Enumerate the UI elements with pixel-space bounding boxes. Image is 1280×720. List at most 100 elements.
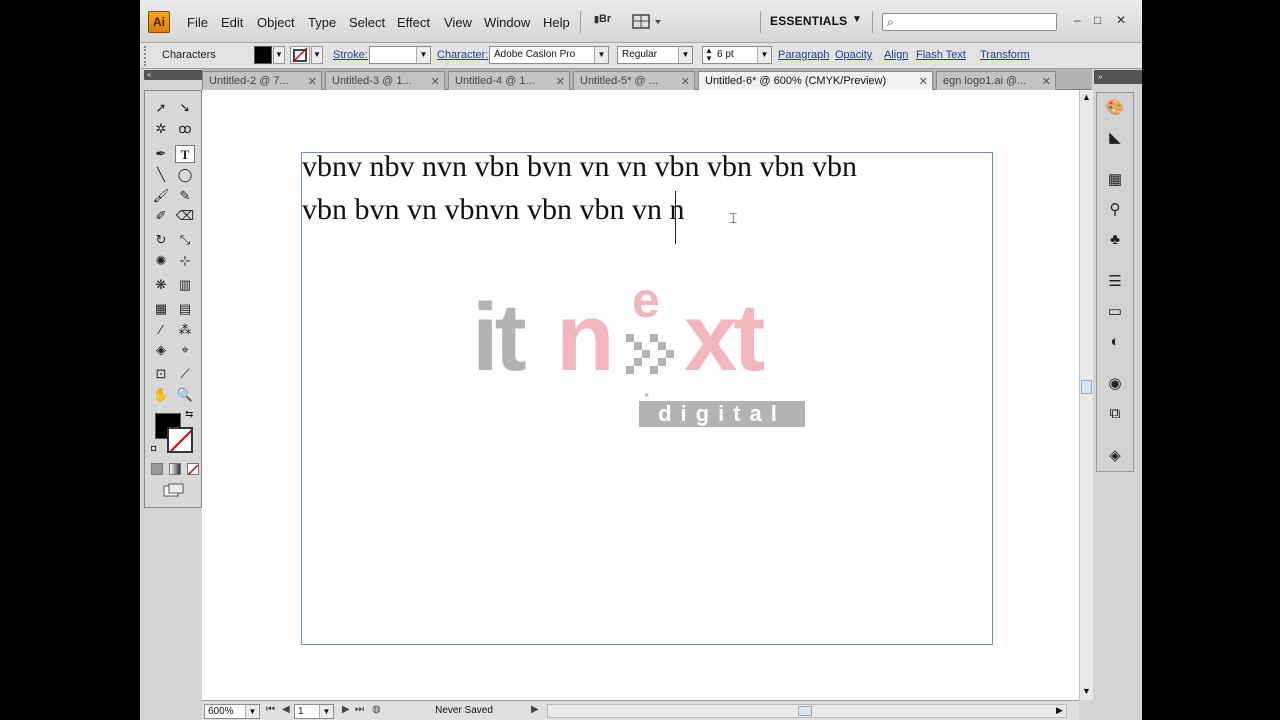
arrange-documents-icon[interactable]: [632, 13, 664, 31]
stroke-swatch[interactable]: [167, 427, 193, 453]
swatches-panel-icon[interactable]: ▦: [1097, 167, 1133, 193]
menu-type[interactable]: Type: [308, 15, 336, 30]
symbol-sprayer-tool-icon[interactable]: ❋: [151, 276, 171, 294]
scroll-down-icon[interactable]: ▼: [1082, 686, 1091, 696]
type-tool-icon[interactable]: T: [175, 145, 195, 163]
hand-tool-icon[interactable]: ✋: [151, 386, 171, 404]
blob-brush-tool-icon[interactable]: ✐: [151, 207, 171, 225]
chevron-down-icon[interactable]: ▼: [852, 14, 862, 25]
free-transform-tool-icon[interactable]: ⊹: [175, 252, 195, 270]
text-line-2[interactable]: vbn bvn vn vbnvn vbn vbn vn n: [302, 193, 685, 227]
menu-edit[interactable]: Edit: [221, 15, 243, 30]
mesh-tool-icon[interactable]: ▦: [151, 300, 171, 318]
pen-tool-icon[interactable]: ✒: [151, 145, 171, 163]
color-mode-icon[interactable]: [151, 463, 163, 475]
paragraph-link[interactable]: Paragraph: [778, 49, 829, 61]
opacity-link[interactable]: Opacity: [835, 49, 872, 61]
color-guide-panel-icon[interactable]: ◣: [1097, 125, 1133, 151]
restore-button[interactable]: □: [1094, 13, 1101, 27]
live-paint-selection-tool-icon[interactable]: ⌖: [175, 341, 195, 359]
color-panel-icon[interactable]: 🎨: [1097, 95, 1133, 121]
status-menu-icon[interactable]: ▶: [531, 704, 539, 715]
gradient-panel-icon[interactable]: ▭: [1097, 299, 1133, 325]
lasso-tool-icon[interactable]: ꝏ: [175, 120, 195, 138]
zoom-select[interactable]: 600% ▼: [204, 704, 260, 719]
gradient-tool-icon[interactable]: ▤: [175, 300, 195, 318]
fill-color-swatch[interactable]: [254, 46, 272, 64]
menu-view[interactable]: View: [444, 15, 472, 30]
vertical-scrollbar[interactable]: ▲ ▼: [1079, 90, 1093, 700]
text-line-1[interactable]: vbnv nbv nvn vbn bvn vn vn vbn vbn vbn v…: [302, 150, 857, 184]
tools-collapse-bar[interactable]: «: [144, 70, 202, 80]
tab-untitled-3[interactable]: Untitled-3 @ 1... ✕: [325, 71, 445, 90]
blend-tool-icon[interactable]: ⁂: [175, 321, 195, 339]
search-input[interactable]: ⌕: [882, 13, 1057, 31]
chevron-down-icon[interactable]: ▼: [311, 46, 323, 64]
rotate-tool-icon[interactable]: ↻: [151, 231, 171, 249]
direct-selection-tool-icon[interactable]: ➘: [175, 99, 195, 117]
live-paint-bucket-tool-icon[interactable]: ◈: [151, 341, 171, 359]
flash-text-link[interactable]: Flash Text: [916, 49, 966, 61]
font-family-select[interactable]: Adobe Caslon Pro ▼: [489, 46, 609, 64]
stroke-color-swatch[interactable]: [290, 46, 310, 64]
grip-handle[interactable]: [144, 46, 148, 66]
brushes-panel-icon[interactable]: ⚲: [1097, 197, 1133, 223]
last-artboard-icon[interactable]: ⏭: [355, 704, 364, 715]
font-size-field[interactable]: ▲ ▼ 6 pt ▼: [702, 46, 772, 64]
zoom-tool-icon[interactable]: 🔍: [175, 386, 195, 404]
artboard-number-field[interactable]: 1 ▼: [294, 704, 334, 719]
layers-panel-icon[interactable]: ◈: [1097, 443, 1133, 469]
menu-effect[interactable]: Effect: [397, 15, 430, 30]
screen-mode-icon[interactable]: [163, 483, 185, 497]
scale-tool-icon[interactable]: ⤡: [175, 231, 195, 249]
tab-untitled-6[interactable]: Untitled-6* @ 600% (CMYK/Preview) ✕: [698, 71, 933, 90]
menu-help[interactable]: Help: [543, 15, 570, 30]
first-artboard-icon[interactable]: ⏮: [266, 704, 275, 715]
graphic-styles-panel-icon[interactable]: ⧉: [1097, 401, 1133, 427]
stepper-icon[interactable]: ▲ ▼: [705, 47, 713, 63]
none-mode-icon[interactable]: [187, 463, 199, 476]
previous-artboard-icon[interactable]: ◀: [282, 704, 290, 715]
swap-colors-icon[interactable]: ⇆: [185, 409, 193, 420]
stroke-weight-field[interactable]: ▼: [369, 46, 431, 64]
pencil-tool-icon[interactable]: ✎: [175, 187, 195, 205]
symbols-panel-icon[interactable]: ♣: [1097, 227, 1133, 253]
stroke-link[interactable]: Stroke:: [333, 49, 368, 61]
line-tool-icon[interactable]: ╲: [151, 166, 171, 184]
eyedropper-tool-icon[interactable]: ⁄: [151, 321, 171, 339]
tab-egn-logo1[interactable]: egn logo1.ai @... ✕: [936, 71, 1056, 90]
character-link[interactable]: Character:: [437, 49, 488, 61]
transform-link[interactable]: Transform: [980, 49, 1030, 61]
align-link[interactable]: Align: [884, 49, 908, 61]
menu-object[interactable]: Object: [257, 15, 295, 30]
workspace-switcher[interactable]: ESSENTIALS: [770, 14, 847, 28]
transparency-panel-icon[interactable]: ◐: [1097, 329, 1133, 355]
tab-untitled-4[interactable]: Untitled-4 @ 1... ✕: [448, 71, 570, 90]
scroll-right-icon[interactable]: ▶: [1056, 705, 1063, 716]
warp-tool-icon[interactable]: ✺: [151, 252, 171, 270]
chevron-down-icon[interactable]: ▼: [273, 46, 285, 64]
slice-tool-icon[interactable]: ⟋: [175, 365, 195, 383]
gradient-mode-icon[interactable]: [169, 463, 181, 475]
minimize-button[interactable]: –: [1074, 13, 1081, 27]
selection-tool-icon[interactable]: ➚: [151, 99, 171, 117]
panel-dock-collapse-bar[interactable]: »: [1094, 70, 1142, 84]
menu-file[interactable]: File: [187, 15, 208, 30]
menu-select[interactable]: Select: [349, 15, 385, 30]
artboard-tool-icon[interactable]: ⊡: [151, 365, 171, 383]
menu-window[interactable]: Window: [484, 15, 530, 30]
scroll-thumb[interactable]: [1081, 380, 1092, 394]
eraser-tool-icon[interactable]: ⌫: [175, 207, 195, 225]
graph-tool-icon[interactable]: ▥: [175, 276, 195, 294]
ellipse-tool-icon[interactable]: ◯: [175, 166, 195, 184]
bridge-icon[interactable]: ▮Br: [594, 13, 616, 31]
paintbrush-tool-icon[interactable]: 🖌: [151, 187, 171, 205]
horizontal-scrollbar[interactable]: ▶: [547, 704, 1067, 718]
tab-untitled-2[interactable]: Untitled-2 @ 7... ✕: [202, 71, 322, 90]
canvas[interactable]: vbnv nbv nvn vbn bvn vn vn vbn vbn vbn v…: [202, 90, 1079, 700]
scroll-thumb[interactable]: [798, 706, 812, 716]
placed-logo[interactable]: it n e xt digital ×: [472, 275, 812, 430]
next-artboard-icon[interactable]: ▶: [342, 704, 350, 715]
reveal-icon[interactable]: ◍: [372, 704, 381, 715]
font-style-select[interactable]: Regular ▼: [617, 46, 693, 64]
